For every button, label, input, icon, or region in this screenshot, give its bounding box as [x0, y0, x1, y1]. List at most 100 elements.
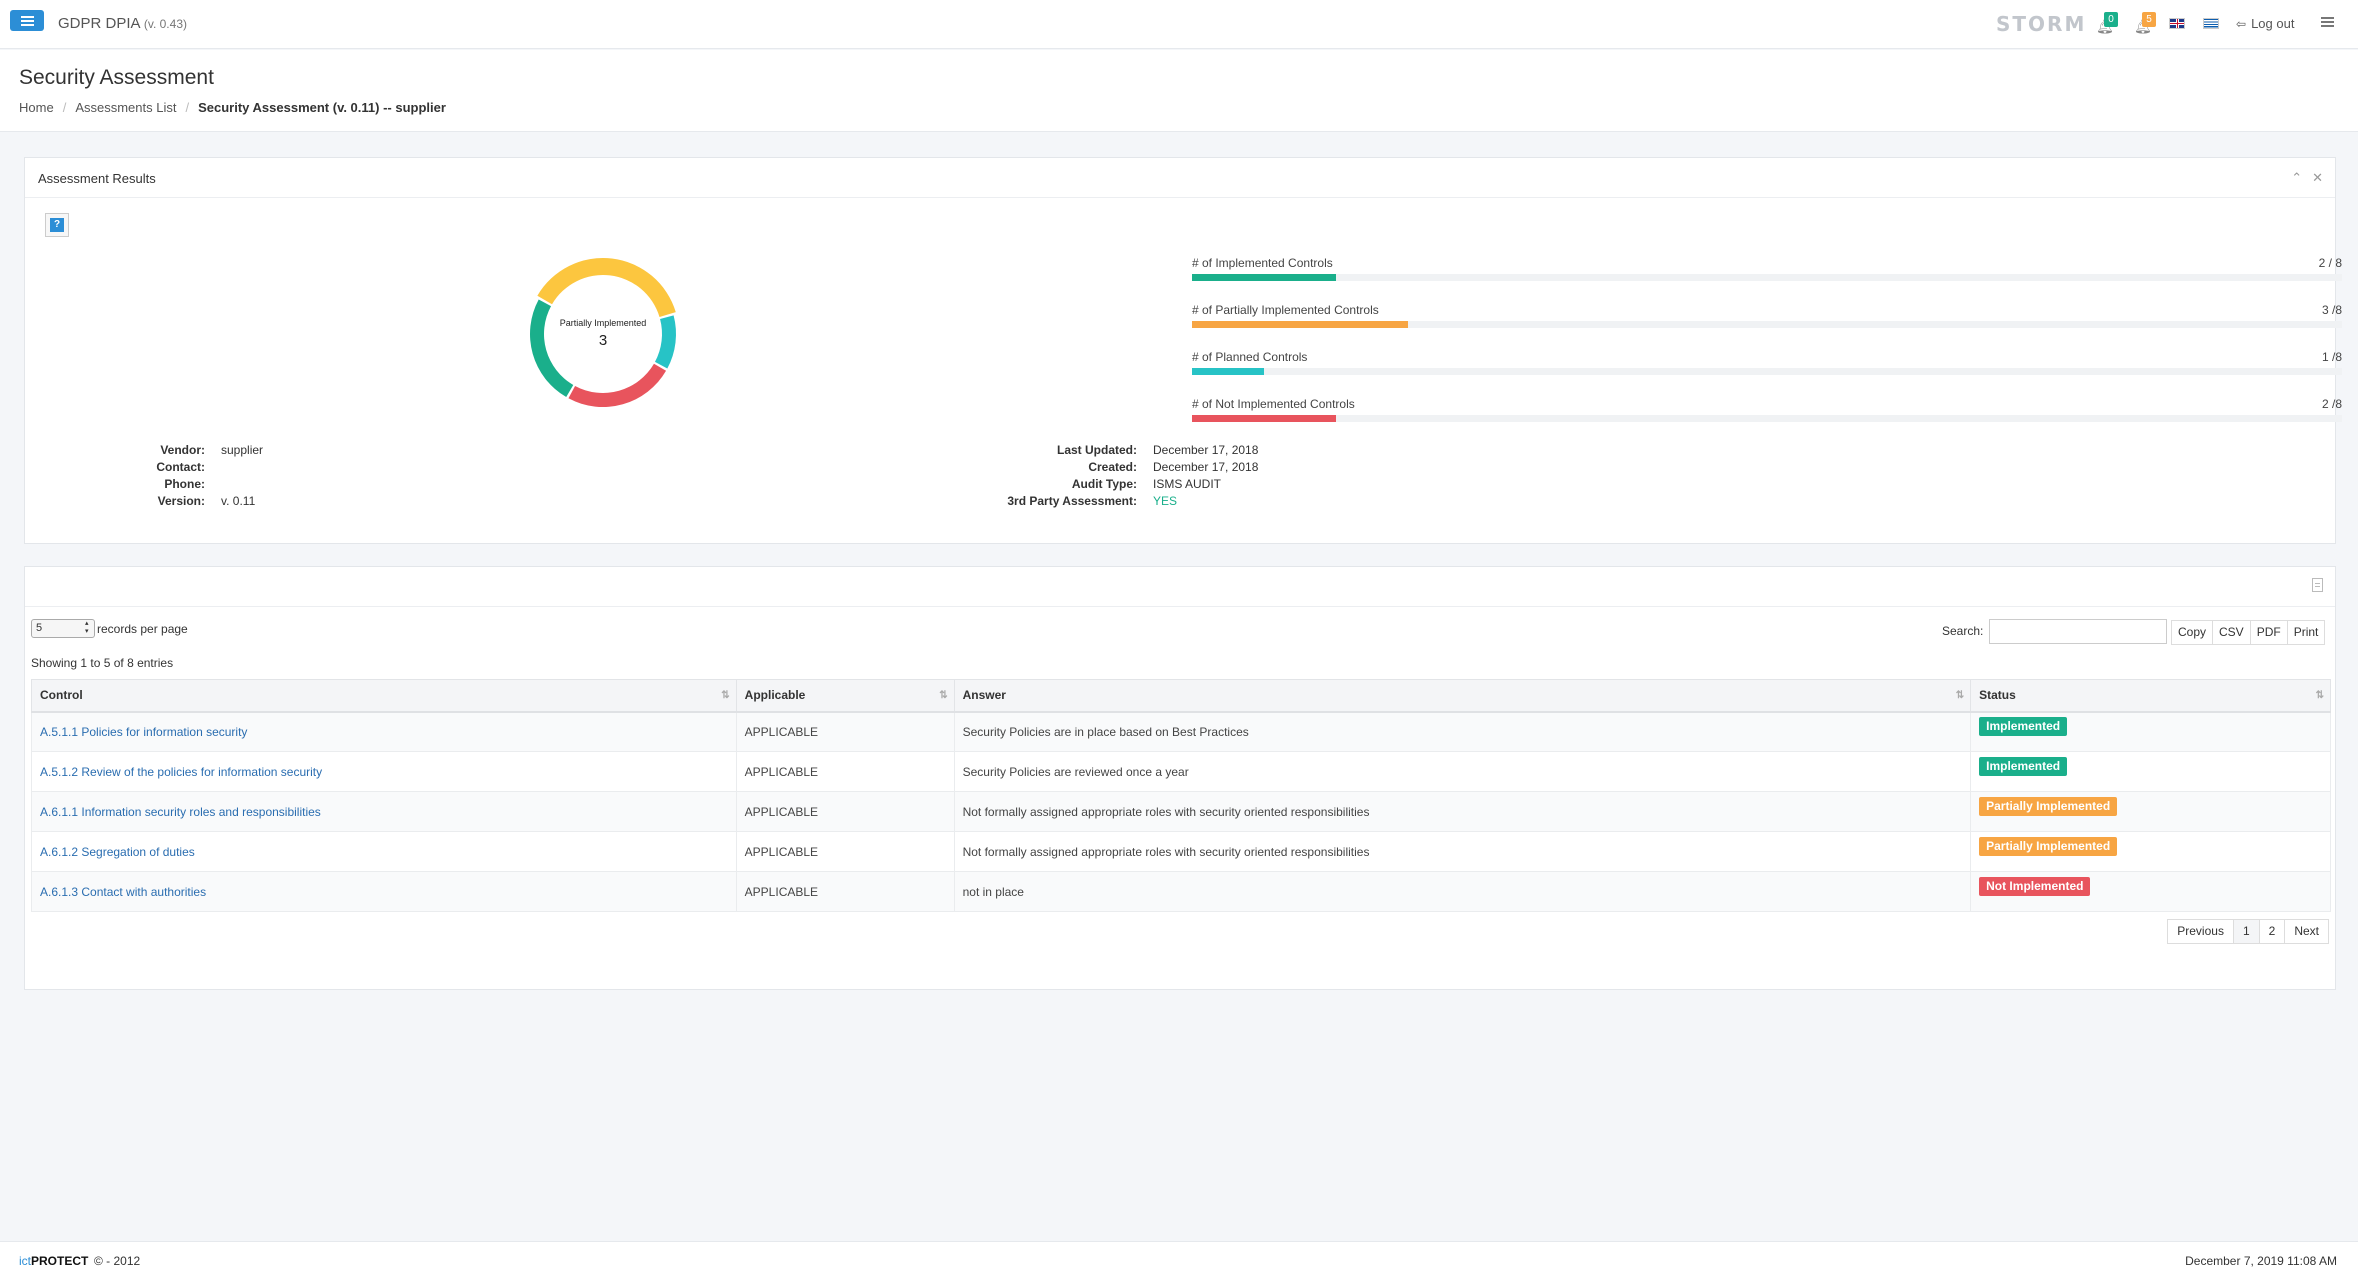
- entries-info: Showing 1 to 5 of 8 entries: [31, 656, 174, 670]
- panel-tools: ⌃ ✕: [2291, 170, 2323, 186]
- status-badge: Partially Implemented: [1979, 837, 2118, 856]
- info-key: Audit Type:: [1071, 477, 1137, 491]
- applicable-cell: APPLICABLE: [735, 751, 955, 792]
- help-button[interactable]: ?: [45, 213, 69, 237]
- donut-center-value: 3: [598, 332, 608, 349]
- status-cell: Implemented: [1970, 711, 2331, 752]
- status-donut-chart: Partially Implemented 3: [525, 256, 695, 426]
- control-link[interactable]: A.5.1.1 Policies for information securit…: [31, 711, 737, 752]
- app-title: GDPR DPIA (v. 0.43): [58, 15, 187, 32]
- storm-logo: STORM: [1996, 12, 2087, 36]
- status-badge: Partially Implemented: [1979, 797, 2118, 816]
- info-row: Audit Type: ISMS AUDIT: [985, 476, 1258, 493]
- footer-brand: ictPROTECT: [19, 1254, 89, 1268]
- notifications-orange-button[interactable]: 🔔︎ 5: [2134, 12, 2162, 34]
- answer-cell: Security Policies are in place based on …: [953, 711, 1972, 752]
- notifications-orange-badge: 5: [2142, 12, 2156, 27]
- info-row: Created: December 17, 2018: [985, 459, 1258, 476]
- close-icon[interactable]: ✕: [2312, 170, 2323, 186]
- info-value: December 17, 2018: [1153, 443, 1259, 457]
- info-value: v. 0.11: [221, 494, 256, 508]
- status-cell: Partially Implemented: [1970, 831, 2331, 872]
- breadcrumb-separator: /: [62, 100, 67, 115]
- control-link[interactable]: A.6.1.3 Contact with authorities: [31, 871, 737, 912]
- collapse-icon[interactable]: ⌃: [2291, 170, 2302, 186]
- search-input[interactable]: [1989, 619, 2167, 644]
- progress-bar-count: 1 /8: [2321, 350, 2342, 364]
- control-link[interactable]: A.6.1.1 Information security roles and r…: [31, 791, 737, 832]
- breadcrumb-separator: /: [185, 100, 190, 115]
- info-key: Contact:: [156, 460, 205, 474]
- progress-bar-row: # of Not Implemented Controls 2 /8: [1192, 397, 2342, 444]
- pagination-page-1[interactable]: 1: [2232, 919, 2260, 944]
- footer-copyright: © - 2012: [94, 1254, 141, 1268]
- control-link[interactable]: A.5.1.2 Review of the policies for infor…: [31, 751, 737, 792]
- csv-button[interactable]: CSV: [2212, 620, 2251, 645]
- progress-bar-track: [1192, 274, 2342, 281]
- greek-flag-icon[interactable]: [2203, 18, 2219, 29]
- logout-icon: ⇦: [2236, 17, 2247, 31]
- applicable-cell: APPLICABLE: [735, 711, 955, 752]
- info-value: supplier: [221, 443, 264, 457]
- progress-bar-count: 3 /8: [2321, 303, 2342, 317]
- copy-button[interactable]: Copy: [2171, 620, 2214, 645]
- status-cell: Not Implemented: [1970, 871, 2331, 912]
- sort-icon: ⇅: [2315, 690, 2325, 701]
- logout-link[interactable]: ⇦ Log out: [2236, 16, 2294, 31]
- answer-cell: Not formally assigned appropriate roles …: [953, 831, 1972, 872]
- applicable-cell: APPLICABLE: [735, 831, 955, 872]
- pagination-next[interactable]: Next: [2284, 919, 2329, 944]
- table-row: A.6.1.1 Information security roles and r…: [31, 791, 2331, 832]
- search-label: Search:: [1942, 624, 1984, 638]
- pagination-page-2[interactable]: 2: [2258, 919, 2286, 944]
- table-row: A.6.1.2 Segregation of duties APPLICABLE N…: [31, 831, 2331, 872]
- pagination-previous[interactable]: Previous: [2167, 919, 2234, 944]
- info-row: 3rd Party Assessment: YES: [985, 493, 1258, 510]
- right-menu-icon[interactable]: [2321, 17, 2334, 27]
- info-key: Vendor:: [160, 443, 205, 457]
- progress-bar-track: [1192, 368, 2342, 375]
- breadcrumb-assessments-list[interactable]: Assessments List: [75, 100, 176, 115]
- info-row: Vendor: supplier: [105, 442, 263, 459]
- page-header: Security Assessment Home / Assessments L…: [0, 50, 2358, 132]
- column-header-status[interactable]: Status ⇅: [1970, 679, 2331, 713]
- records-per-page-select[interactable]: 5: [31, 619, 95, 638]
- applicable-cell: APPLICABLE: [735, 871, 955, 912]
- status-badge: Not Implemented: [1979, 877, 2091, 896]
- control-link[interactable]: A.6.1.2 Segregation of duties: [31, 831, 737, 872]
- answer-cell: not in place: [953, 871, 1972, 912]
- breadcrumb-home[interactable]: Home: [19, 100, 54, 115]
- column-header-answer[interactable]: Answer ⇅: [953, 679, 1972, 713]
- top-bar: GDPR DPIA (v. 0.43) STORM 🔔︎ 0 🔔︎ 5 ⇦ Log…: [0, 0, 2358, 49]
- controls-table: Control ⇅ Applicable ⇅ Answer ⇅ Status ⇅ A.5…: [31, 679, 2331, 912]
- progress-bar-fill: [1192, 321, 1408, 328]
- breadcrumb-current: Security Assessment (v. 0.11) -- supplie…: [198, 100, 446, 115]
- pdf-button[interactable]: PDF: [2249, 620, 2288, 645]
- table-row: A.5.1.1 Policies for information securit…: [31, 711, 2331, 752]
- sort-icon: ⇅: [939, 690, 948, 701]
- controls-progress-bars: # of Implemented Controls 2 / 8 # of Parti…: [1192, 256, 2342, 444]
- info-row: Contact:: [105, 459, 263, 476]
- export-buttons: Copy CSV PDF Print: [2171, 620, 2326, 645]
- applicable-cell: APPLICABLE: [735, 791, 955, 832]
- info-key: Created:: [1088, 460, 1137, 474]
- notifications-green-button[interactable]: 🔔︎ 0: [2096, 12, 2124, 34]
- document-icon[interactable]: [2312, 578, 2323, 592]
- column-header-control[interactable]: Control ⇅: [31, 679, 737, 713]
- progress-bar-row: # of Planned Controls 1 /8: [1192, 350, 2342, 397]
- table-header-row: Control ⇅ Applicable ⇅ Answer ⇅ Status ⇅: [31, 679, 2331, 713]
- assessment-results-panel: Assessment Results ⌃ ✕ ? Partially Imple…: [24, 157, 2342, 544]
- print-button[interactable]: Print: [2286, 620, 2326, 645]
- pagination: Previous 1 2 Next: [2167, 919, 2329, 944]
- progress-bar-label: # of Planned Controls: [1192, 350, 1308, 364]
- panel-title: Assessment Results: [38, 171, 156, 186]
- progress-bar-track: [1192, 415, 2342, 422]
- progress-bar-count: 2 /8: [2321, 397, 2342, 411]
- column-header-applicable[interactable]: Applicable ⇅: [735, 679, 955, 713]
- info-value: December 17, 2018: [1153, 460, 1259, 474]
- table-row: A.6.1.3 Contact with authorities APPLICAB…: [31, 871, 2331, 912]
- uk-flag-icon[interactable]: [2169, 18, 2185, 29]
- footer: ictPROTECT © - 2012 December 7, 2019 11:…: [0, 1241, 2358, 1277]
- sidebar-toggle-button[interactable]: [10, 10, 44, 31]
- progress-bar-count: 2 / 8: [2318, 256, 2342, 270]
